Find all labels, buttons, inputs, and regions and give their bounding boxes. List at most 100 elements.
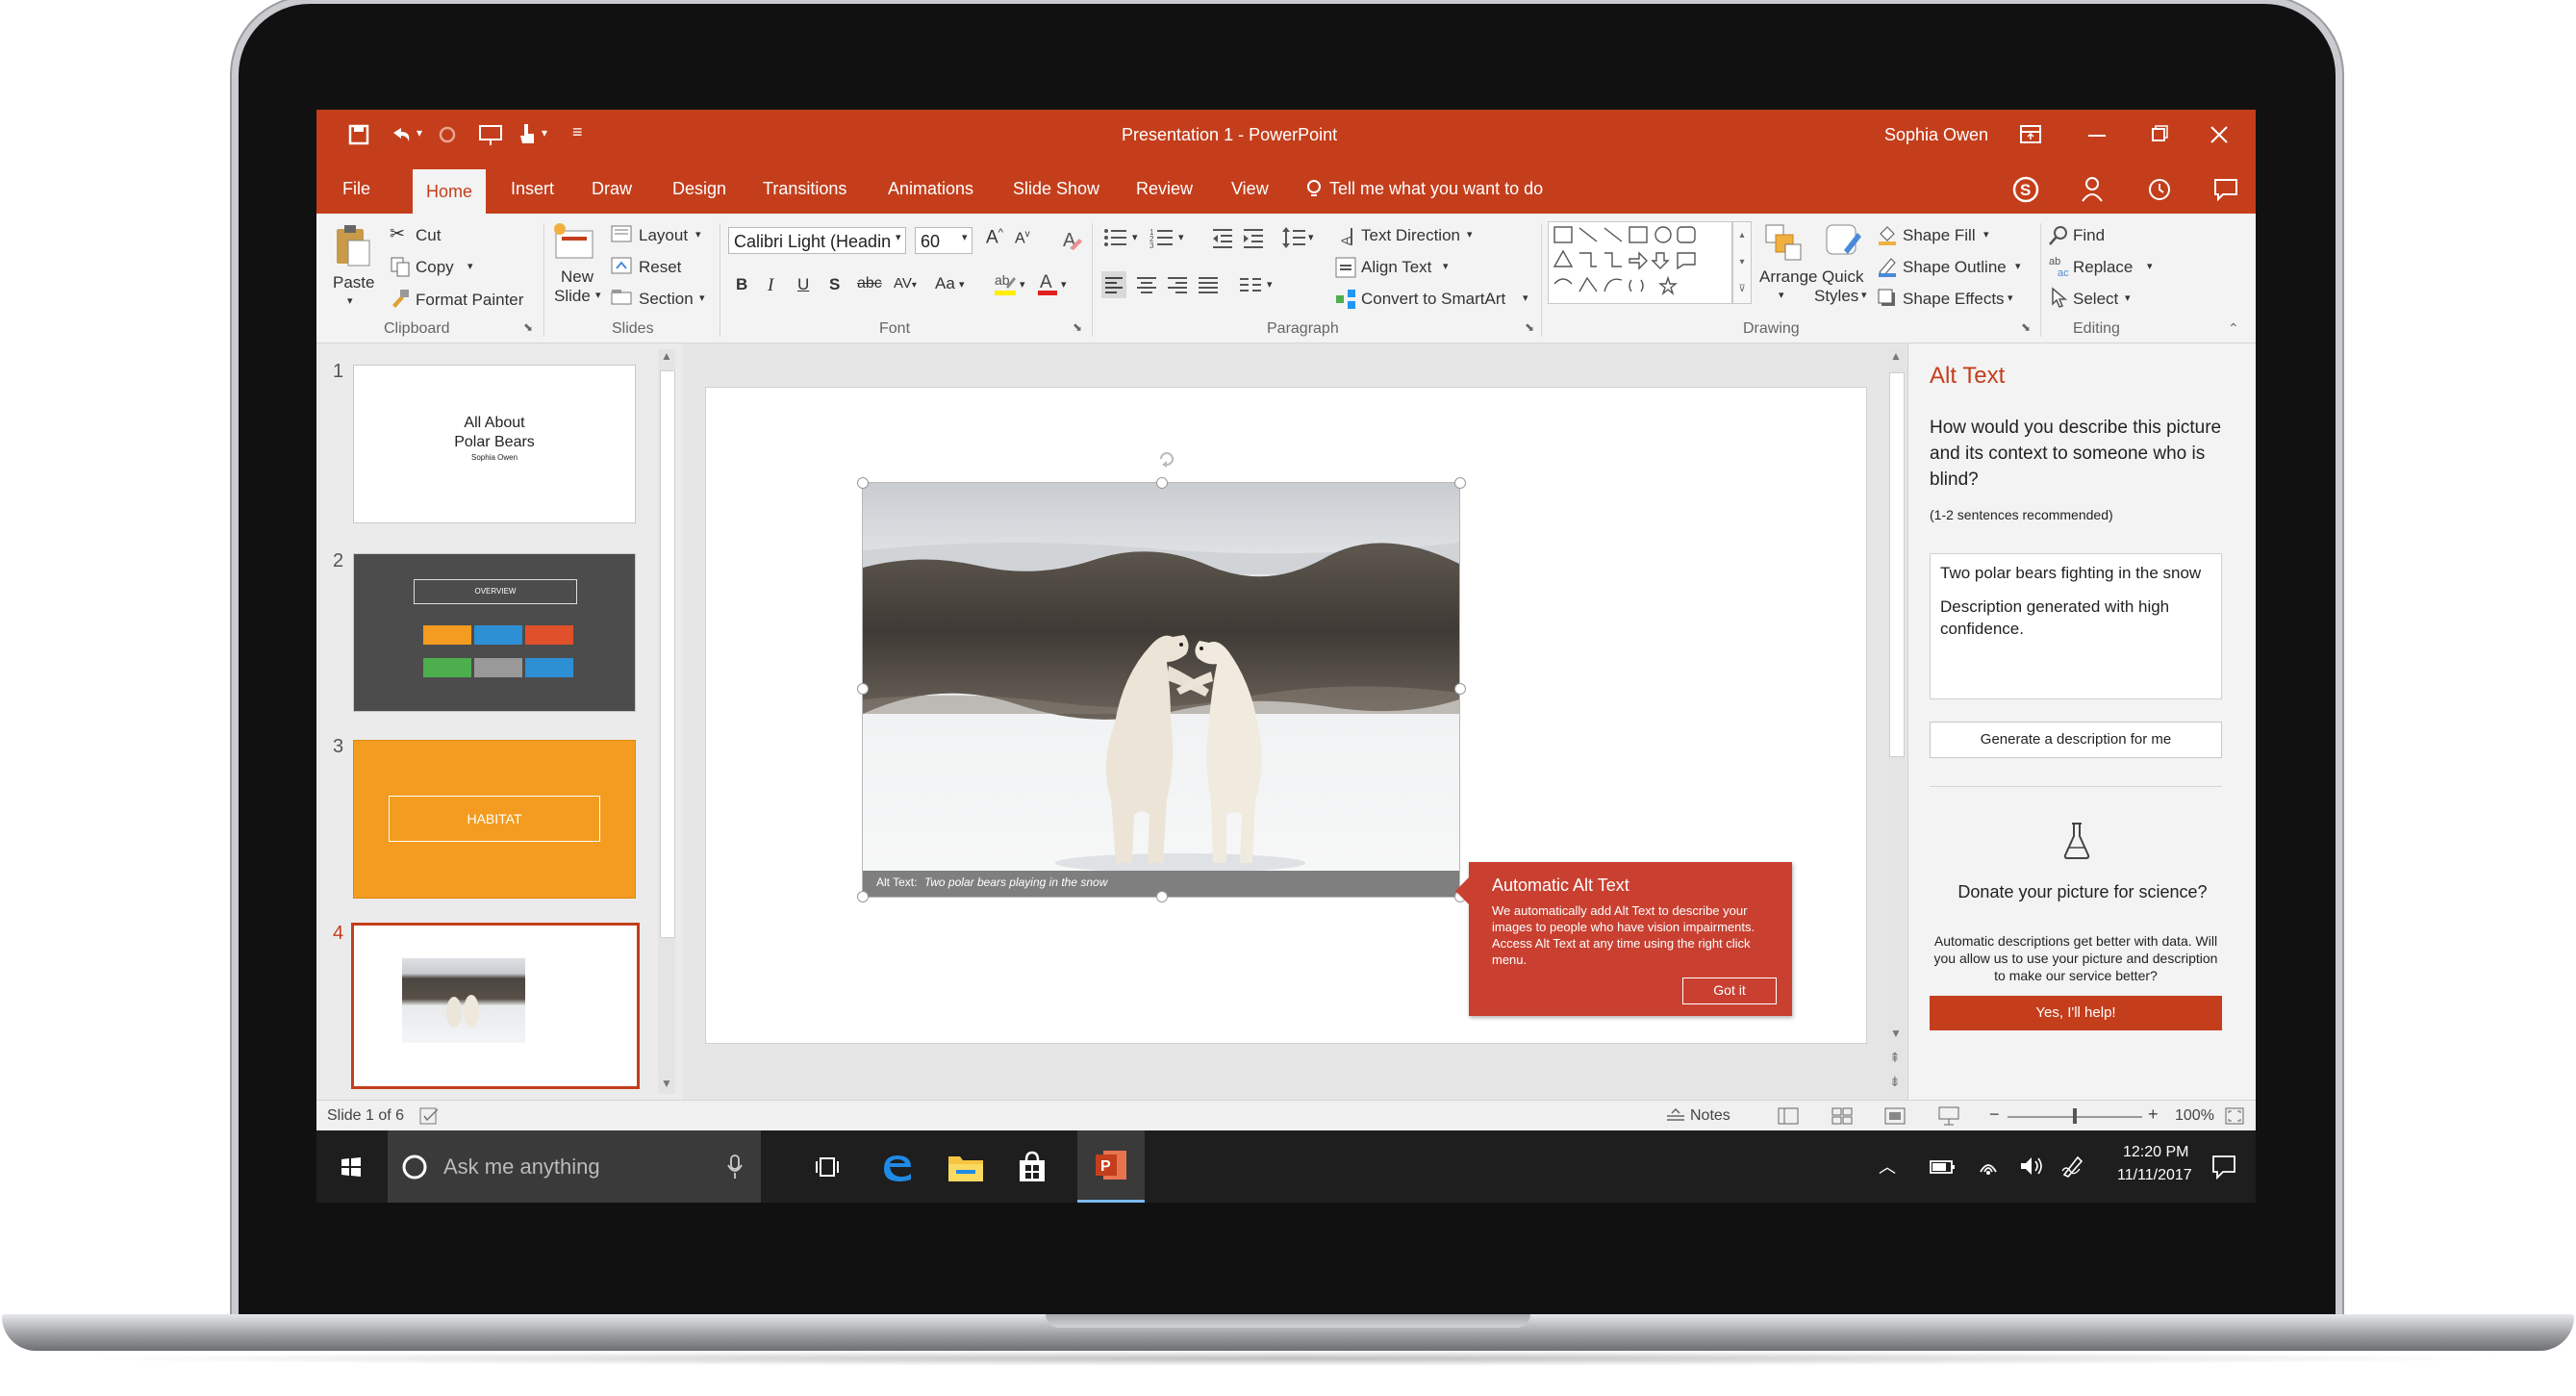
arrange-dropdown-icon[interactable]: ▾ [1779, 289, 1784, 301]
slide-thumbnail-2[interactable]: OVERVIEW [353, 553, 636, 712]
polar-bears-photo[interactable]: Alt Text: Two polar bears playing in the… [862, 482, 1460, 898]
microphone-icon[interactable] [726, 1154, 744, 1180]
line-spacing-dropdown-icon[interactable]: ▾ [1308, 231, 1314, 243]
font-launcher-icon[interactable]: ⬊ [1073, 320, 1082, 334]
shape-effects-icon[interactable] [1877, 288, 1898, 309]
reset-button[interactable]: Reset [639, 258, 681, 277]
text-shadow-button[interactable]: S [829, 275, 840, 294]
reading-view-icon[interactable] [1884, 1107, 1906, 1125]
previous-slide-icon[interactable]: ⇞ [1889, 1050, 1901, 1066]
select-dropdown-icon[interactable]: ▾ [2125, 292, 2131, 304]
font-size-dropdown-icon[interactable]: ▾ [962, 231, 968, 243]
notes-button[interactable]: Notes [1690, 1107, 1730, 1125]
yes-help-button[interactable]: Yes, I'll help! [1930, 996, 2222, 1030]
quick-styles-dropdown-icon[interactable]: ▾ [1861, 289, 1867, 301]
italic-button[interactable]: I [768, 275, 773, 296]
font-color-icon[interactable]: A [1036, 269, 1059, 298]
increase-indent-icon[interactable] [1242, 227, 1265, 248]
paste-icon[interactable] [333, 223, 373, 267]
smartart-dropdown-icon[interactable]: ▾ [1523, 292, 1528, 304]
resize-handle[interactable] [1454, 683, 1466, 695]
zoom-in-icon[interactable]: + [2148, 1104, 2159, 1125]
generate-description-button[interactable]: Generate a description for me [1930, 722, 2222, 758]
change-case-button[interactable]: Aa [935, 274, 955, 293]
shapes-gallery[interactable] [1548, 221, 1732, 304]
format-painter-icon[interactable] [390, 288, 411, 309]
next-slide-icon[interactable]: ⇟ [1889, 1074, 1901, 1090]
resize-handle[interactable] [857, 891, 869, 902]
font-name-box[interactable]: Calibri Light (Headin [728, 227, 906, 254]
paste-label[interactable]: Paste [333, 273, 374, 292]
tab-insert[interactable]: Insert [497, 164, 568, 214]
format-painter-button[interactable]: Format Painter [416, 291, 523, 310]
minimize-icon[interactable] [2086, 133, 2108, 139]
align-text-icon[interactable] [1335, 257, 1356, 278]
text-direction-icon[interactable]: A [1335, 226, 1356, 247]
columns-dropdown-icon[interactable]: ▾ [1267, 278, 1273, 291]
tab-draw[interactable]: Draw [578, 164, 645, 214]
volume-icon[interactable] [2019, 1155, 2044, 1178]
customize-qat-icon[interactable]: ≡ [572, 122, 583, 142]
shapes-gallery-scroll[interactable]: ▴ ▾ ⊽ [1732, 221, 1752, 304]
bullets-dropdown-icon[interactable]: ▾ [1132, 231, 1138, 243]
clipboard-launcher-icon[interactable]: ⬊ [523, 320, 533, 334]
notes-icon[interactable] [1666, 1108, 1685, 1124]
battery-icon[interactable] [1930, 1157, 1957, 1177]
replace-icon[interactable]: abac [2048, 255, 2071, 278]
cut-icon[interactable]: ✂ [390, 223, 405, 245]
drawing-launcher-icon[interactable]: ⬊ [2021, 320, 2031, 334]
quick-styles-label-2[interactable]: Styles [1814, 287, 1858, 306]
ribbon-display-options-icon[interactable] [2019, 124, 2042, 145]
shape-outline-dropdown-icon[interactable]: ▾ [2015, 260, 2021, 272]
text-direction-button[interactable]: Text Direction [1361, 226, 1460, 245]
align-text-button[interactable]: Align Text [1361, 258, 1431, 277]
show-hidden-icons-chevron-icon[interactable]: ︿ [1879, 1154, 1896, 1179]
change-case-dropdown-icon[interactable]: ▾ [959, 278, 965, 291]
store-icon[interactable] [1016, 1151, 1048, 1183]
collapse-ribbon-icon[interactable]: ⌃ [2228, 320, 2239, 337]
tab-home[interactable]: Home [413, 169, 487, 214]
redo-icon[interactable] [436, 125, 459, 144]
cortana-search-box[interactable]: Ask me anything [388, 1130, 761, 1203]
quick-styles-label-1[interactable]: Quick [1822, 267, 1863, 287]
resize-handle[interactable] [1156, 891, 1168, 902]
thumbnail-scrollbar[interactable]: ▲ ▼ [658, 349, 675, 1094]
close-icon[interactable] [2209, 124, 2230, 145]
align-text-dropdown-icon[interactable]: ▾ [1443, 260, 1449, 272]
shape-effects-dropdown-icon[interactable]: ▾ [2008, 292, 2013, 304]
skype-icon[interactable]: S [2011, 175, 2040, 204]
resize-handle[interactable] [1156, 477, 1168, 489]
present-from-beginning-icon[interactable] [478, 124, 503, 147]
resize-handle[interactable] [857, 477, 869, 489]
action-center-icon[interactable] [2211, 1155, 2236, 1180]
align-right-icon[interactable] [1165, 271, 1190, 298]
scroll-down-icon[interactable]: ▼ [661, 1077, 672, 1090]
new-slide-label-2[interactable]: Slide [554, 287, 591, 306]
maximize-icon[interactable] [2150, 124, 2169, 143]
arrange-button[interactable]: Arrange [1759, 267, 1817, 287]
comments-icon[interactable] [2213, 178, 2238, 201]
section-dropdown-icon[interactable]: ▾ [699, 292, 705, 304]
fit-to-window-icon[interactable] [2225, 1107, 2244, 1125]
clear-formatting-icon[interactable]: A [1060, 227, 1083, 252]
line-spacing-icon[interactable] [1281, 225, 1306, 250]
find-icon[interactable] [2048, 225, 2069, 246]
shape-fill-dropdown-icon[interactable]: ▾ [1983, 228, 1989, 241]
resize-handle[interactable] [857, 683, 869, 695]
select-cursor-icon[interactable] [2050, 287, 2069, 310]
touch-mode-icon[interactable] [517, 122, 538, 147]
find-button[interactable]: Find [2073, 226, 2105, 245]
convert-smartart-button[interactable]: Convert to SmartArt [1361, 290, 1505, 309]
slide-sorter-icon[interactable] [1831, 1107, 1853, 1125]
font-name-dropdown-icon[interactable]: ▾ [896, 231, 901, 243]
shape-fill-icon[interactable] [1877, 224, 1898, 245]
highlight-dropdown-icon[interactable]: ▾ [1020, 278, 1025, 291]
copy-dropdown-icon[interactable]: ▾ [467, 260, 473, 272]
new-slide-dropdown-icon[interactable]: ▾ [595, 289, 601, 301]
tab-animations[interactable]: Animations [874, 164, 987, 214]
powerpoint-taskbar-button[interactable]: P [1077, 1130, 1145, 1203]
section-button[interactable]: Section [639, 290, 694, 309]
task-view-icon[interactable] [815, 1155, 844, 1179]
tab-transitions[interactable]: Transitions [749, 164, 860, 214]
touch-dropdown-icon[interactable]: ▾ [542, 126, 547, 140]
